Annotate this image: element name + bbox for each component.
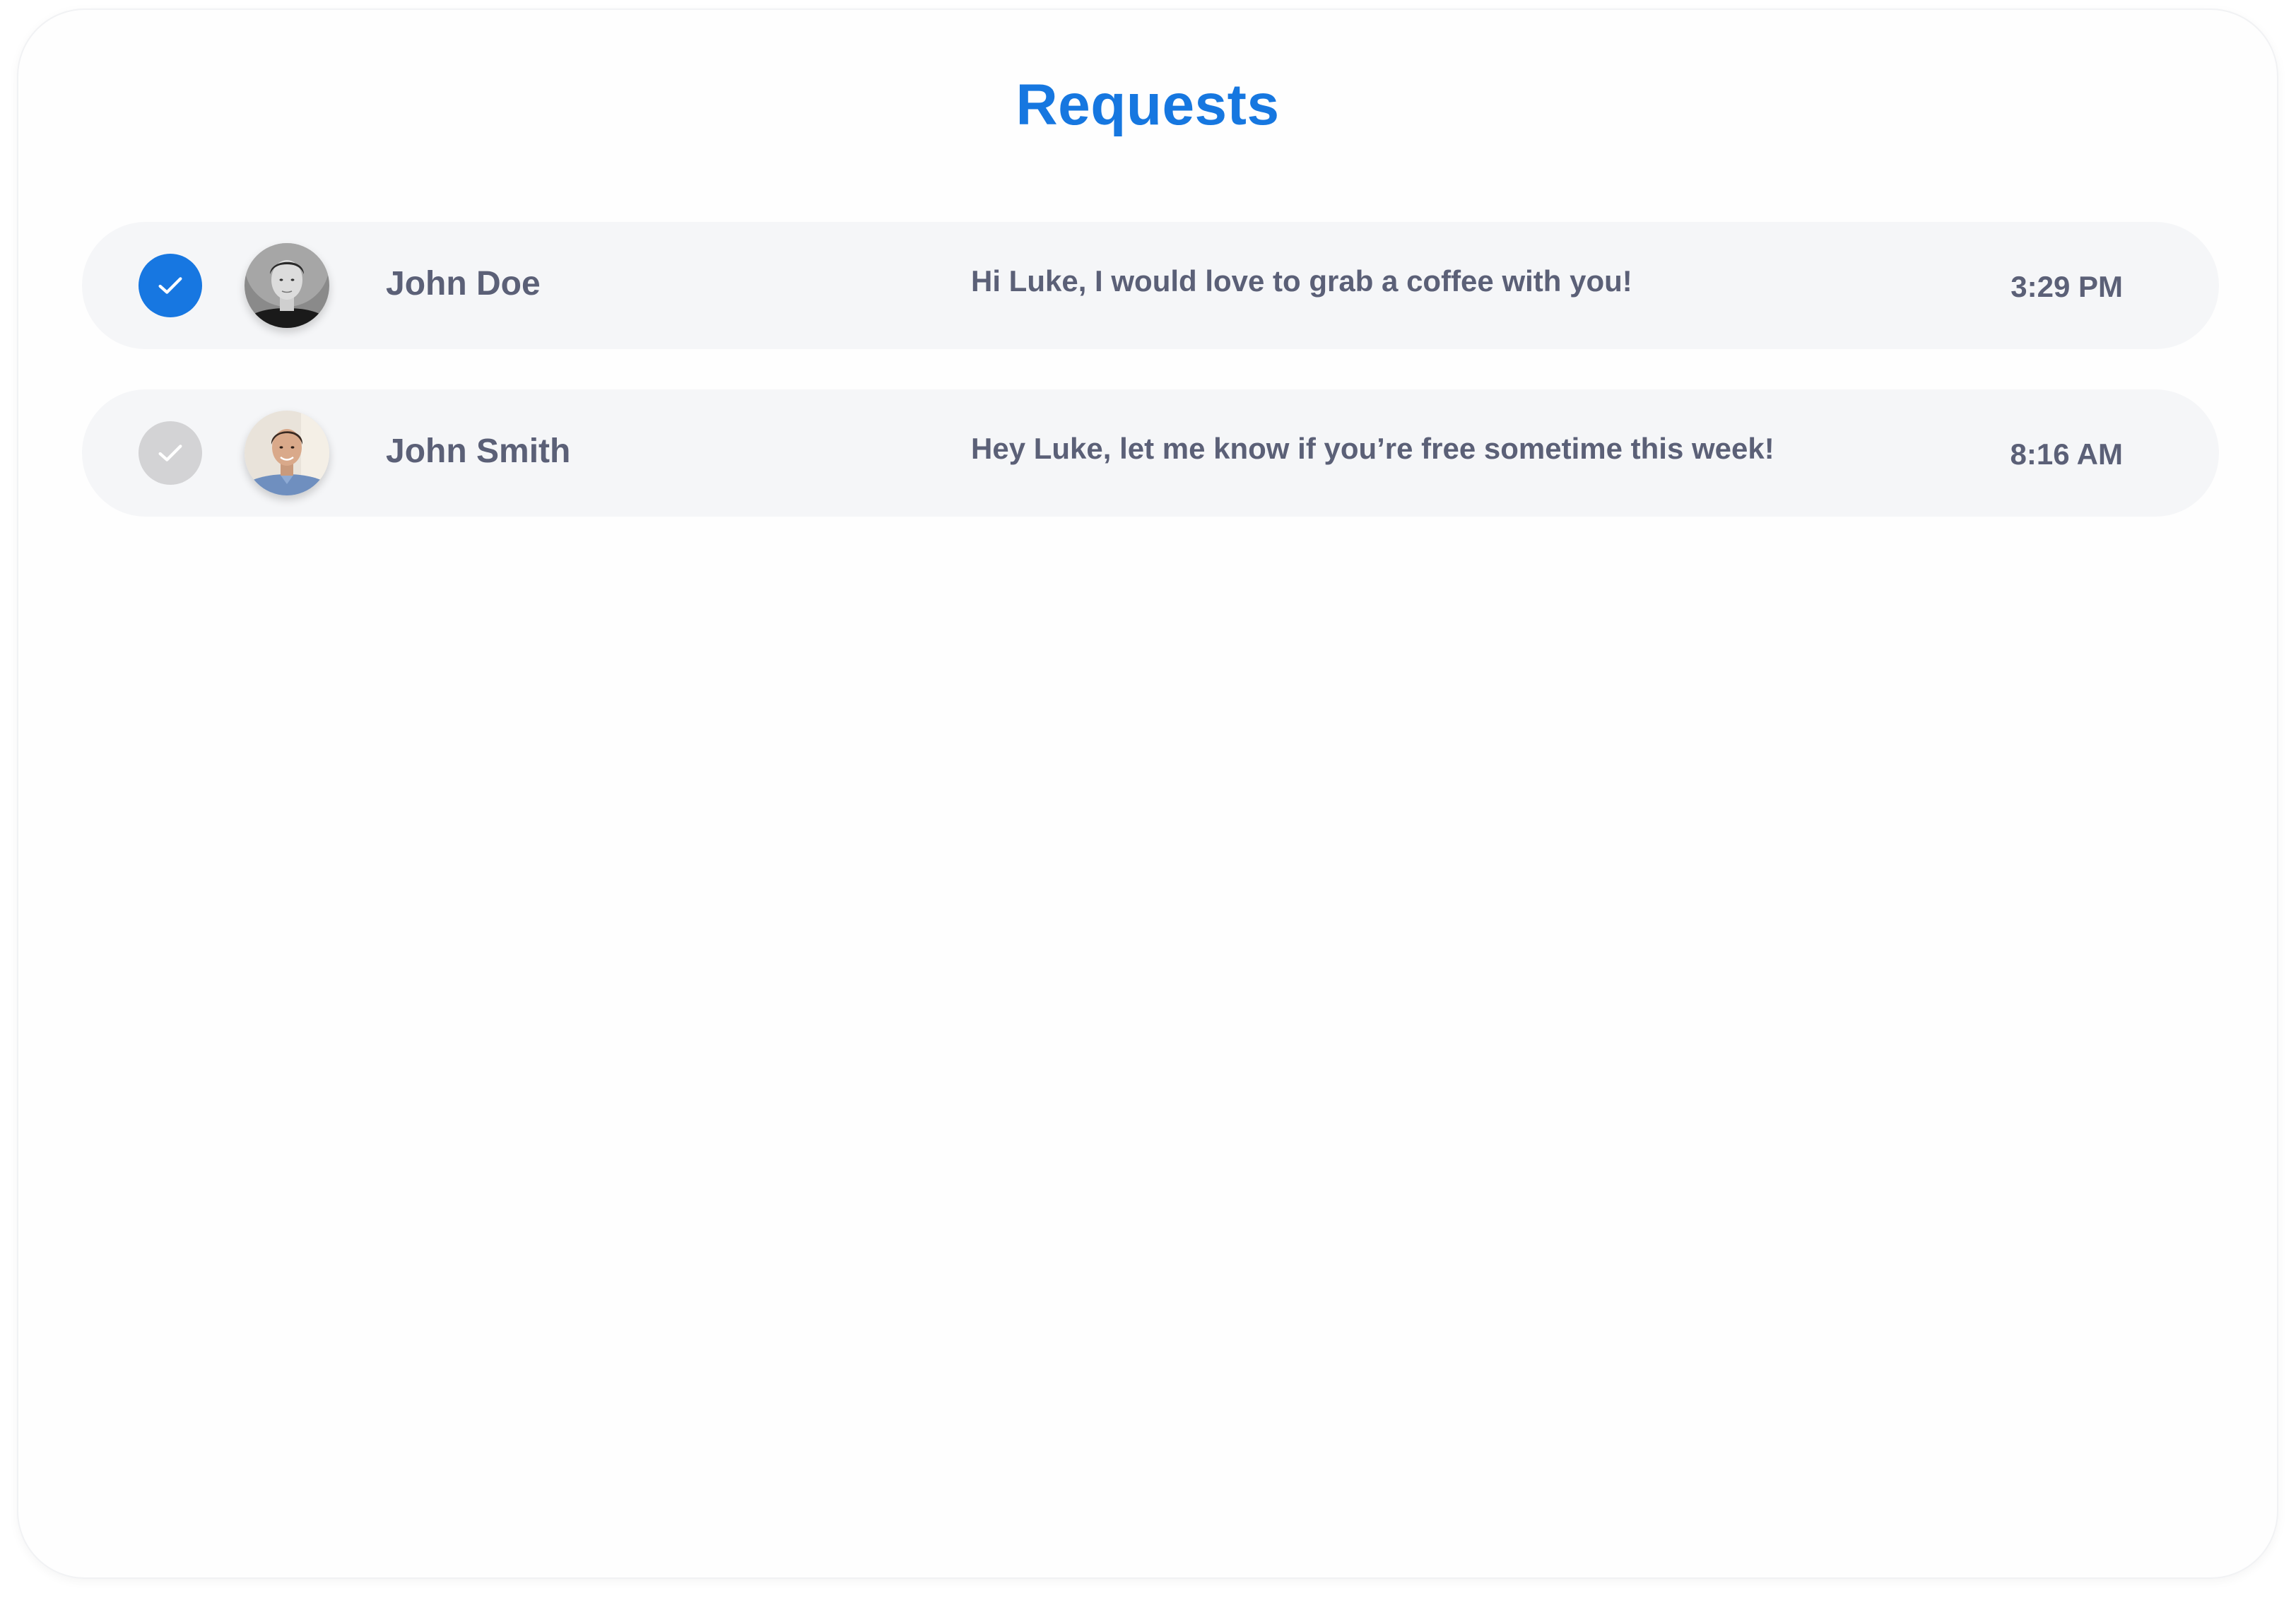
request-time: 3:29 PM	[2011, 270, 2123, 303]
unselected-checkbox[interactable]	[139, 421, 202, 485]
person-photo-color-icon	[245, 411, 329, 495]
request-row[interactable]: John Doe Hi Luke, I would love to grab a…	[82, 222, 2219, 349]
checkmark-icon	[158, 277, 182, 294]
avatar	[245, 411, 329, 495]
request-message: Hi Luke, I would love to grab a coffee w…	[971, 264, 1632, 298]
request-time: 8:16 AM	[2010, 437, 2124, 471]
person-photo-bw-icon	[245, 243, 329, 328]
checkmark-icon	[158, 445, 182, 461]
request-message: Hey Luke, let me know if you’re free som…	[971, 432, 1774, 465]
selected-checkbox[interactable]	[139, 254, 202, 317]
avatar	[245, 243, 329, 328]
sender-name: John Doe	[386, 265, 541, 302]
page-title: Requests	[1015, 73, 1280, 137]
request-row[interactable]: John Smith Hey Luke, let me know if you’…	[82, 389, 2219, 517]
sender-name: John Smith	[386, 433, 571, 470]
requests-card: Requests John Doe Hi Luke, I would love …	[17, 8, 2278, 1579]
